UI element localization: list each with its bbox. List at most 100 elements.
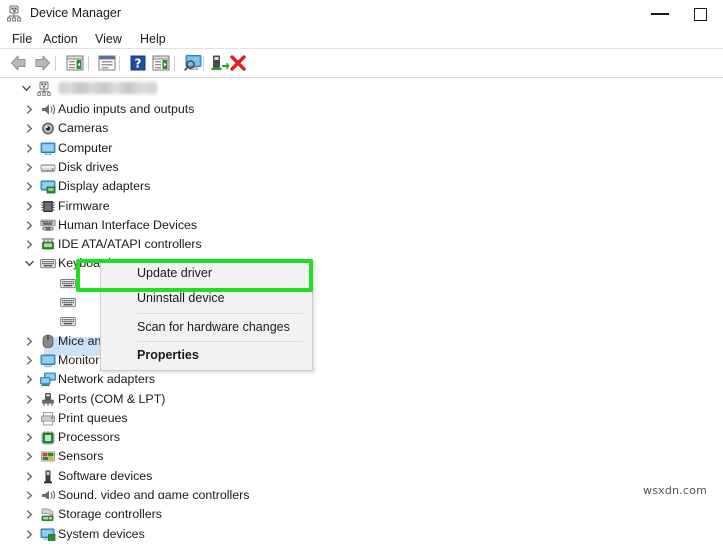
port-icon [40, 392, 56, 407]
tree-item-label: Processors [58, 430, 120, 445]
tree-item-label: Human Interface Devices [58, 217, 198, 232]
footer [0, 499, 723, 506]
camera-icon [40, 121, 56, 136]
keyboard-icon [60, 295, 76, 310]
chevron-right-icon[interactable] [23, 177, 35, 196]
window-title: Device Manager [30, 6, 122, 20]
software-device-icon [40, 469, 56, 484]
monitor-icon [40, 353, 56, 368]
sensor-icon [40, 449, 56, 464]
chevron-right-icon[interactable] [23, 216, 35, 235]
context-menu-label: Scan for hardware changes [137, 320, 290, 334]
hid-icon [40, 218, 56, 233]
back-arrow-icon[interactable] [8, 52, 30, 74]
redacted-computer-name [59, 82, 157, 94]
menu-view[interactable]: View [89, 30, 128, 48]
monitor-icon [40, 141, 56, 156]
show-hide-console-tree-icon[interactable] [64, 52, 86, 74]
context-menu-item-uninstall-device[interactable]: Uninstall device [102, 286, 311, 311]
update-driver-icon[interactable] [150, 52, 172, 74]
ide-controller-icon [40, 237, 56, 252]
tree-item-label: Print queues [58, 410, 128, 425]
network-adapter-icon [40, 372, 56, 387]
context-menu-label: Update driver [137, 266, 213, 280]
device-manager-icon [7, 5, 25, 22]
mouse-icon [40, 334, 56, 349]
toolbar-divider [55, 56, 56, 71]
chevron-right-icon[interactable] [23, 428, 35, 447]
svg-text:?: ? [135, 57, 142, 71]
properties-icon[interactable] [96, 52, 118, 74]
system-device-icon [40, 527, 56, 542]
computer-icon [37, 81, 53, 96]
chevron-right-icon[interactable] [23, 505, 35, 524]
chevron-right-icon[interactable] [23, 351, 35, 370]
chevron-right-icon[interactable] [23, 119, 35, 138]
tree-item-label: IDE ATA/ATAPI controllers [58, 237, 202, 252]
menu-action[interactable]: Action [37, 30, 84, 48]
context-menu-label: Uninstall device [137, 291, 225, 305]
forward-arrow-icon[interactable] [31, 52, 53, 74]
tree-item-label: Software devices [58, 468, 153, 483]
toolbar-divider-bottom [0, 77, 723, 78]
chevron-right-icon[interactable] [23, 409, 35, 428]
tree-item-label: System devices [58, 526, 145, 541]
printer-icon [40, 411, 56, 426]
minimize-button[interactable] [639, 0, 684, 28]
tree-item-label: Computer [58, 140, 113, 155]
toolbar-divider [88, 56, 89, 71]
chevron-right-icon[interactable] [23, 390, 35, 409]
speaker-icon [40, 102, 56, 117]
chevron-right-icon[interactable] [23, 235, 35, 254]
minimize-icon [651, 13, 669, 15]
uninstall-device-icon[interactable] [227, 52, 249, 74]
tree-item-label: Display adapters [58, 179, 151, 194]
chevron-right-icon[interactable] [23, 332, 35, 351]
context-menu: Update driver Uninstall device Scan for … [100, 259, 313, 371]
chevron-right-icon[interactable] [23, 370, 35, 389]
context-menu-separator [137, 313, 303, 314]
chevron-right-icon[interactable] [23, 139, 35, 158]
maximize-button[interactable] [679, 0, 723, 28]
tree-item-label: Network adapters [58, 372, 156, 387]
scan-hardware-changes-icon[interactable] [182, 52, 204, 74]
tree-item-label: Storage controllers [58, 507, 162, 522]
context-menu-separator [137, 341, 303, 342]
keyboard-icon [60, 314, 76, 329]
storage-controller-icon [40, 507, 56, 522]
display-adapter-icon [40, 179, 56, 194]
keyboard-icon [60, 276, 76, 291]
maximize-icon [694, 8, 707, 21]
tree-item-label: Ports (COM & LPT) [58, 391, 166, 406]
context-menu-label: Properties [137, 348, 199, 362]
chevron-right-icon[interactable] [23, 158, 35, 177]
site-watermark: wsxdn.com [643, 484, 707, 497]
device-manager-window: Device Manager File Action View Help ? A… [0, 0, 723, 541]
context-menu-item-scan-hardware-changes[interactable]: Scan for hardware changes [102, 315, 311, 340]
help-icon[interactable]: ? [127, 52, 149, 74]
chevron-right-icon[interactable] [23, 467, 35, 486]
chevron-down-icon[interactable] [23, 254, 35, 273]
tree-item-label: Cameras [58, 121, 109, 136]
toolbar: ? [0, 49, 723, 77]
menu-help[interactable]: Help [134, 30, 172, 48]
chevron-right-icon[interactable] [23, 447, 35, 466]
title-bar: Device Manager [0, 0, 723, 28]
chevron-right-icon[interactable] [23, 100, 35, 119]
tree-item-label: Firmware [58, 198, 110, 213]
processor-icon [40, 430, 56, 446]
tree-item-label: Disk drives [58, 159, 119, 174]
tree-item-label: Audio inputs and outputs [58, 102, 195, 116]
menu-file[interactable]: File [6, 30, 38, 48]
toolbar-divider [119, 56, 120, 71]
chevron-right-icon[interactable] [23, 525, 35, 544]
chevron-right-icon[interactable] [23, 197, 35, 216]
keyboard-icon [40, 256, 56, 271]
tree-item-label: Monitors [58, 352, 106, 367]
tree-item-label: Sensors [58, 449, 104, 464]
toolbar-divider [203, 56, 204, 71]
context-menu-item-update-driver[interactable]: Update driver [102, 261, 311, 286]
context-menu-item-properties[interactable]: Properties [102, 343, 311, 368]
chevron-down-icon[interactable] [20, 79, 32, 98]
chip-icon [40, 199, 56, 214]
